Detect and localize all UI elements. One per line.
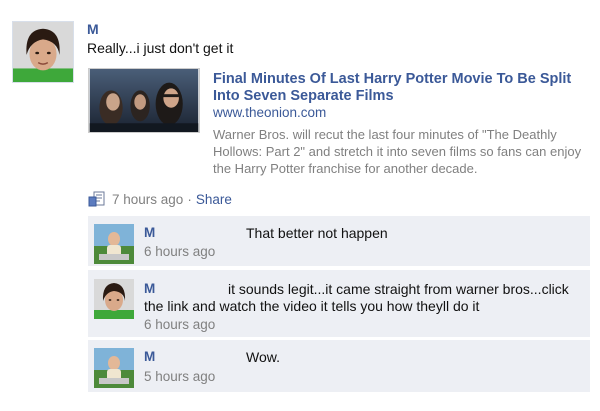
comment-text: it sounds legit...it came straight from … [144, 281, 569, 314]
comment-text: That better not happen [246, 225, 388, 241]
status-message: Really...i just don't get it [87, 40, 234, 56]
news-feed-story: M Really...i just don't get it Final Min… [0, 0, 600, 411]
comment-timestamp[interactable]: 6 hours ago [144, 244, 215, 259]
comment-item: M it sounds legit...it came straight fro… [88, 270, 590, 338]
commenter-avatar[interactable] [94, 348, 134, 388]
story-footer: 7 hours ago · Share [88, 190, 232, 208]
author-avatar[interactable] [12, 21, 74, 83]
comment-timestamp[interactable]: 6 hours ago [144, 317, 215, 332]
meta-separator: · [187, 191, 192, 207]
baby-photo [94, 348, 134, 388]
comment-author[interactable]: M [144, 349, 155, 364]
link-post-icon [88, 191, 105, 207]
commenter-avatar[interactable] [94, 279, 134, 319]
link-description: Warner Bros. will recut the last four mi… [213, 127, 582, 176]
link-thumbnail[interactable] [88, 68, 200, 133]
movie-poster-image [89, 69, 199, 132]
link-domain[interactable]: www.theonion.com [213, 105, 326, 120]
author-photo [13, 22, 73, 82]
post-timestamp[interactable]: 7 hours ago [112, 192, 183, 207]
comment-timestamp[interactable]: 5 hours ago [144, 369, 215, 384]
commenter-avatar[interactable] [94, 224, 134, 264]
baby-photo [94, 224, 134, 264]
share-link[interactable]: Share [196, 192, 232, 207]
comment-item: M That better not happen 6 hours ago [88, 216, 590, 267]
link-title[interactable]: Final Minutes Of Last Harry Potter Movie… [213, 71, 588, 105]
comment-item: M Wow. 5 hours ago [88, 340, 590, 393]
comment-author[interactable]: M [144, 225, 155, 240]
author-name[interactable]: M [87, 21, 99, 37]
comment-text: Wow. [246, 349, 280, 365]
author-photo [94, 279, 134, 319]
